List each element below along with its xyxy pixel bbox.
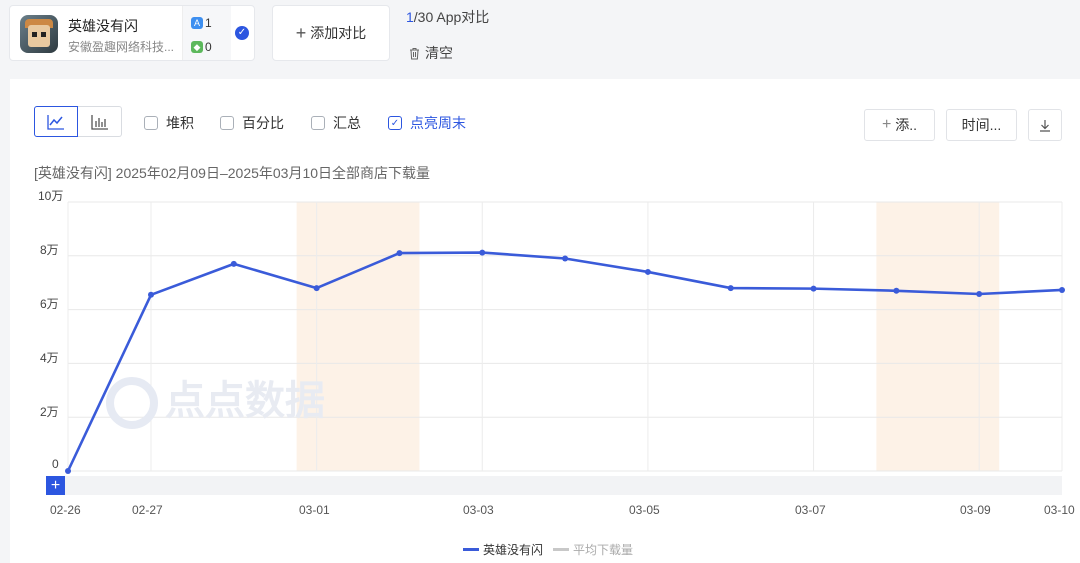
selected-check-icon[interactable]: ✓ xyxy=(235,26,249,40)
data-point[interactable] xyxy=(65,468,71,474)
store-counts: A1 ◆ 0 xyxy=(182,6,231,60)
app-icon xyxy=(20,15,58,53)
clear-label: 清空 xyxy=(425,45,453,61)
add-compare-label: 添加对比 xyxy=(310,25,367,41)
x-tick-label: 02-27 xyxy=(132,503,163,517)
android-icon: ◆ xyxy=(191,41,203,53)
x-tick-label: 03-07 xyxy=(795,503,826,517)
app-card[interactable]: 英雄没有闪 安徽盈趣网络科技... A1 ◆ 0 ✓ xyxy=(9,5,255,61)
weekend-band xyxy=(876,202,1000,471)
watermark-text: 点点数据 xyxy=(165,378,325,424)
ios-count: 1 xyxy=(205,16,212,30)
add-compare-button[interactable]: + 添加对比 xyxy=(272,5,390,61)
legend-label: 英雄没有闪 xyxy=(483,543,544,557)
watermark-logo-icon xyxy=(106,377,158,429)
plus-icon: + xyxy=(295,22,307,43)
trash-icon xyxy=(410,47,419,59)
app-name: 英雄没有闪 xyxy=(68,18,138,34)
data-point[interactable] xyxy=(396,250,403,257)
legend-label: 平均下载量 xyxy=(573,543,634,557)
data-point[interactable] xyxy=(479,249,486,256)
data-point[interactable] xyxy=(1059,286,1065,293)
data-point[interactable] xyxy=(810,285,817,292)
clear-button[interactable]: 清空 xyxy=(408,43,453,63)
data-point[interactable] xyxy=(230,260,237,267)
data-point[interactable] xyxy=(727,285,734,292)
data-point[interactable] xyxy=(313,285,320,292)
legend-item[interactable]: 平均下载量 xyxy=(553,541,633,558)
data-point[interactable] xyxy=(562,255,569,262)
android-count: 0 xyxy=(205,40,212,54)
expand-range-button[interactable]: + xyxy=(46,476,65,495)
weekend-band xyxy=(296,202,420,471)
data-point[interactable] xyxy=(644,268,651,275)
legend-swatch xyxy=(463,548,479,551)
x-tick-label: 03-09 xyxy=(960,503,991,517)
x-tick-label: 03-03 xyxy=(463,503,494,517)
range-slider[interactable] xyxy=(65,476,1062,495)
x-tick-label: 03-10 xyxy=(1044,503,1075,517)
chart-panel: 堆积 百分比 汇总 ✓ 点亮周末 + 添.. 时间... [英雄没有闪] 2025年… xyxy=(10,79,1080,563)
compare-count-rest: /30 App对比 xyxy=(413,9,490,25)
x-tick-label: 02-26 xyxy=(50,503,81,517)
legend-item[interactable]: 英雄没有闪 xyxy=(463,541,543,558)
data-point[interactable] xyxy=(976,290,983,297)
compare-count-current: 1 xyxy=(406,9,414,25)
app-store-icon: A xyxy=(191,17,203,29)
legend-swatch xyxy=(553,548,569,551)
app-developer: 安徽盈趣网络科技... xyxy=(68,40,175,54)
data-point[interactable] xyxy=(893,287,900,294)
x-tick-label: 03-05 xyxy=(629,503,660,517)
compare-count: 1/30 App对比 xyxy=(406,7,489,27)
x-tick-label: 03-01 xyxy=(299,503,330,517)
data-point[interactable] xyxy=(148,291,154,298)
